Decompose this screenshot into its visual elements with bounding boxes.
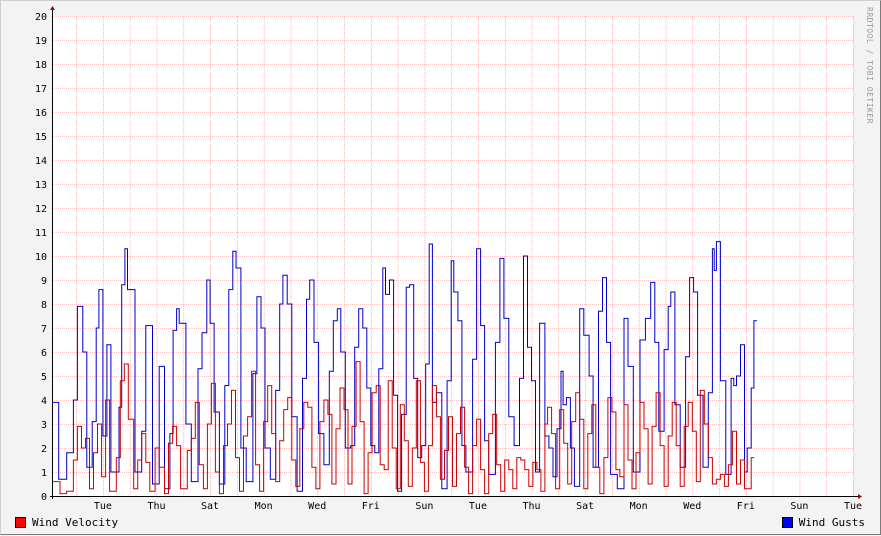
y-tick-label: 12 (35, 204, 47, 215)
y-tick-label: 10 (35, 252, 47, 263)
y-tick-label: 20 (35, 12, 47, 23)
x-tick-label: Fri (362, 501, 380, 512)
y-tick-label: 11 (35, 228, 47, 239)
x-tick-label: Thu (522, 501, 540, 512)
chart-plot: 01234567891011121314151617181920 TueThuS… (1, 1, 881, 536)
x-tick-label: Tue (94, 501, 112, 512)
chart-canvas: 01234567891011121314151617181920 TueThuS… (0, 0, 881, 535)
y-tick-label: 19 (35, 36, 47, 47)
x-tick-label: Wed (308, 501, 326, 512)
y-tick-labels: 01234567891011121314151617181920 (35, 12, 47, 503)
y-tick-label: 15 (35, 132, 47, 143)
legend-swatch-gusts (782, 517, 793, 528)
legend-label-gusts: Wind Gusts (799, 516, 865, 529)
y-tick-label: 7 (41, 324, 47, 335)
watermark-text: RRDTOOL / TOBI OETIKER (865, 7, 874, 124)
y-tick-label: 4 (41, 396, 47, 407)
x-tick-label: Sun (790, 501, 808, 512)
y-tick-label: 9 (41, 276, 47, 287)
y-tick-label: 2 (41, 444, 47, 455)
y-tick-label: 8 (41, 300, 47, 311)
x-tick-label: Thu (147, 501, 165, 512)
x-tick-label: Sat (201, 501, 219, 512)
x-tick-label: Mon (630, 501, 648, 512)
legend-gusts: Wind Gusts (782, 515, 865, 529)
y-tick-label: 17 (35, 84, 47, 95)
y-tick-label: 6 (41, 348, 47, 359)
x-tick-label: Fri (737, 501, 755, 512)
y-tick-label: 18 (35, 60, 47, 71)
x-tick-label: Mon (255, 501, 273, 512)
x-tick-labels: Tue Thu Sat Mon Wed Fri Sun Tue Thu Sat Mon Wed Fri S… (94, 501, 862, 512)
y-tick-label: 13 (35, 180, 47, 191)
y-tick-label: 16 (35, 108, 47, 119)
x-tick-label: Sun (415, 501, 433, 512)
y-tick-label: 3 (41, 420, 47, 431)
y-tick-label: 5 (41, 372, 47, 383)
y-tick-label: 0 (41, 492, 47, 503)
legend-swatch-velocity (15, 517, 26, 528)
x-tick-label: Tue (844, 501, 862, 512)
y-tick-label: 14 (35, 156, 47, 167)
x-tick-label: Sat (576, 501, 594, 512)
x-tick-label: Tue (469, 501, 487, 512)
y-axis-arrow (50, 6, 55, 10)
legend-label-velocity: Wind Velocity (32, 516, 118, 529)
x-tick-label: Wed (683, 501, 701, 512)
x-axis-arrow (858, 494, 862, 499)
legend-velocity: Wind Velocity (15, 515, 118, 529)
y-tick-label: 1 (41, 468, 47, 479)
